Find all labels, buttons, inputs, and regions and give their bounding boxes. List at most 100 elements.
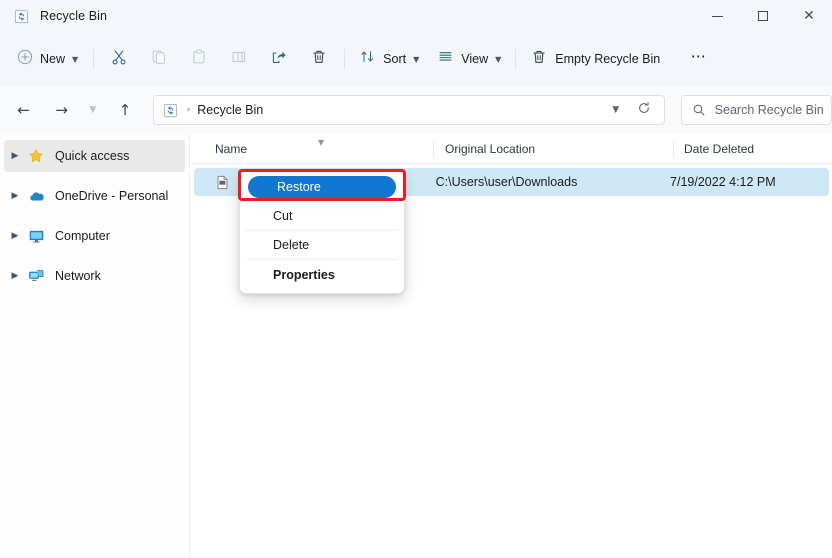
trash-icon: [530, 48, 548, 71]
column-headers: Name ▼ Original Location Date Deleted: [191, 134, 832, 164]
sidebar-item-label: Computer: [55, 229, 110, 243]
toolbar-divider: [93, 49, 94, 69]
context-menu-item-delete[interactable]: Delete: [244, 231, 400, 260]
context-menu-item-label: Properties: [273, 268, 335, 282]
arrow-right-icon: →: [55, 101, 68, 119]
chevron-down-icon: ▼: [72, 55, 78, 64]
sort-button[interactable]: Sort ▼: [350, 43, 428, 75]
rename-button[interactable]: [219, 43, 259, 75]
window-title: Recycle Bin: [40, 9, 107, 23]
paste-button[interactable]: [179, 43, 219, 75]
search-box[interactable]: Search Recycle Bin: [681, 95, 832, 125]
empty-recycle-bin-label: Empty Recycle Bin: [555, 52, 660, 66]
context-menu-item-label: Cut: [273, 209, 292, 223]
recycle-bin-icon: [163, 102, 179, 118]
toolbar-divider: [344, 49, 345, 69]
refresh-button[interactable]: [630, 97, 658, 123]
command-bar: New ▼: [0, 32, 832, 86]
sort-arrows-icon: [359, 48, 376, 70]
share-button[interactable]: [259, 43, 299, 75]
plus-circle-icon: [17, 49, 33, 70]
context-menu: Restore Cut Delete Properties: [239, 170, 405, 294]
sidebar-item-computer[interactable]: ▶ Computer: [4, 220, 185, 252]
sidebar-item-network[interactable]: ▶ Network: [4, 260, 185, 292]
address-bar-controls: ▼: [602, 96, 664, 124]
empty-recycle-bin-button[interactable]: Empty Recycle Bin: [521, 43, 669, 75]
file-explorer-window: Recycle Bin ✕ New ▼: [0, 0, 832, 558]
arrow-up-icon: ↑: [119, 101, 132, 119]
trash-icon: [310, 48, 328, 71]
view-button[interactable]: View ▼: [428, 43, 510, 75]
refresh-icon: [637, 101, 651, 119]
recycle-bin-icon: [13, 8, 29, 24]
breadcrumb-recycle-bin[interactable]: Recycle Bin: [197, 103, 263, 117]
sidebar: ▶ Quick access ▶ OneDrive - Personal ▶: [0, 134, 190, 558]
see-more-button[interactable]: ⋯: [679, 43, 719, 75]
navigation-bar: ← → ▼ ↑ › Recycle Bin ▼: [0, 86, 832, 134]
sidebar-item-label: Quick access: [55, 149, 129, 163]
title-bar: Recycle Bin ✕: [0, 0, 832, 32]
column-header-original-location[interactable]: Original Location: [434, 134, 674, 164]
sidebar-item-quick-access[interactable]: ▶ Quick access: [4, 140, 185, 172]
sort-button-label: Sort: [383, 52, 406, 66]
window-controls: ✕: [694, 0, 832, 32]
rename-icon: [230, 48, 248, 71]
close-icon: ✕: [803, 9, 815, 23]
file-date-deleted: 7/19/2022 4:12 PM: [670, 175, 829, 189]
chevron-right-icon[interactable]: ▶: [4, 231, 26, 241]
chevron-down-icon: ▼: [413, 55, 419, 64]
column-header-label: Name: [215, 142, 247, 156]
maximize-button[interactable]: [740, 0, 786, 32]
new-button-label: New: [40, 52, 65, 66]
context-menu-item-label: Restore: [277, 180, 321, 194]
chevron-down-icon: ▼: [89, 105, 96, 115]
monitor-icon: [26, 228, 46, 245]
address-dropdown-button[interactable]: ▼: [602, 97, 630, 123]
sidebar-item-label: Network: [55, 269, 101, 283]
file-original-location: C:\Users\user\Downloads: [432, 175, 670, 189]
maximize-icon: [758, 11, 768, 21]
cut-button[interactable]: [99, 43, 139, 75]
context-menu-item-cut[interactable]: Cut: [244, 202, 400, 231]
arrow-left-icon: ←: [17, 101, 30, 119]
cloud-icon: [26, 188, 46, 205]
chevron-right-icon[interactable]: ▶: [4, 191, 26, 201]
delete-button[interactable]: [299, 43, 339, 75]
context-menu-item-label: Delete: [273, 238, 309, 252]
new-button[interactable]: New ▼: [8, 43, 88, 75]
paste-icon: [190, 48, 208, 71]
share-icon: [270, 48, 288, 71]
forward-button[interactable]: →: [47, 95, 76, 125]
minimize-icon: [712, 16, 723, 17]
chevron-down-icon: ▼: [495, 55, 501, 64]
column-header-label: Date Deleted: [684, 142, 754, 156]
search-icon: [692, 103, 706, 117]
context-menu-item-restore[interactable]: Restore: [248, 176, 396, 198]
chevron-right-icon[interactable]: ▶: [4, 151, 26, 161]
sidebar-item-label: OneDrive - Personal: [55, 189, 168, 203]
chevron-down-icon: ▼: [318, 138, 324, 147]
context-menu-item-properties[interactable]: Properties: [244, 260, 400, 289]
chevron-down-icon: ▼: [612, 105, 619, 115]
copy-icon: [150, 48, 168, 71]
view-lines-icon: [437, 48, 454, 70]
minimize-button[interactable]: [694, 0, 740, 32]
address-bar[interactable]: › Recycle Bin ▼: [153, 95, 665, 125]
recent-locations-button[interactable]: ▼: [82, 95, 103, 125]
scissors-icon: [110, 48, 128, 71]
column-header-name[interactable]: Name ▼: [191, 134, 434, 164]
close-button[interactable]: ✕: [786, 0, 832, 32]
column-header-date-deleted[interactable]: Date Deleted: [674, 134, 832, 164]
sidebar-item-onedrive[interactable]: ▶ OneDrive - Personal: [4, 180, 185, 212]
network-icon: [26, 268, 46, 285]
toolbar-divider: [515, 49, 516, 69]
copy-button[interactable]: [139, 43, 179, 75]
view-button-label: View: [461, 52, 488, 66]
up-button[interactable]: ↑: [111, 95, 140, 125]
back-button[interactable]: ←: [9, 95, 38, 125]
breadcrumb-separator: ›: [187, 105, 191, 115]
chevron-right-icon[interactable]: ▶: [4, 271, 26, 281]
column-header-label: Original Location: [445, 142, 535, 156]
search-input[interactable]: Search Recycle Bin: [715, 103, 824, 117]
file-icon: [215, 174, 231, 190]
